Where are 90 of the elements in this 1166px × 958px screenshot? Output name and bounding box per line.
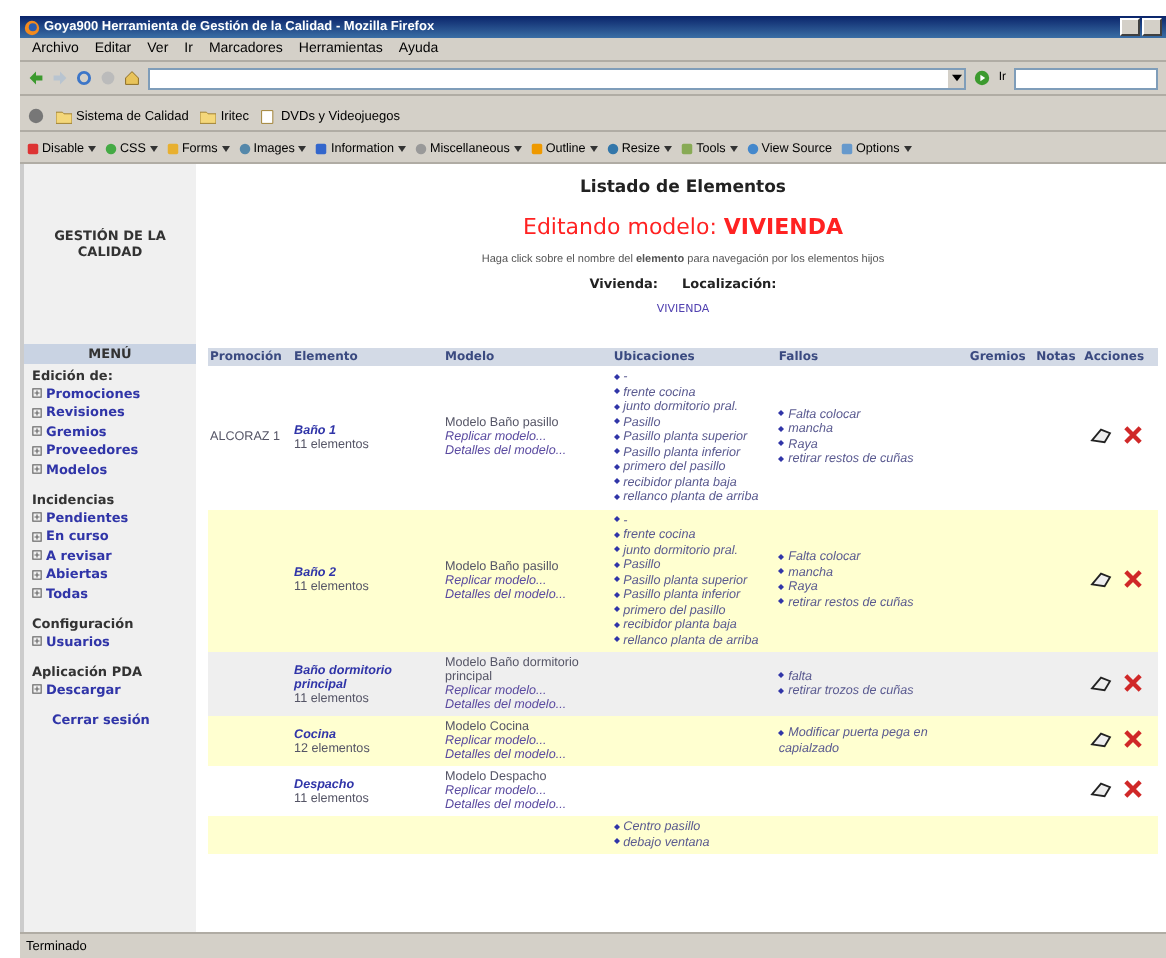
edit-icon[interactable] [1090,426,1113,445]
browser-icon [24,19,40,35]
bullet-icon [778,729,785,735]
maximize-button[interactable] [1142,18,1162,36]
bullet-icon [613,546,620,552]
reload-icon[interactable] [76,70,92,86]
bullet-icon [778,672,785,678]
bullet-icon [613,433,620,439]
tool-icon [237,142,252,156]
bullet-icon [778,598,785,605]
plus-box-icon [32,464,42,474]
tool-icon [413,142,428,156]
bullet-icon [613,373,620,379]
plus-box-icon [32,636,42,646]
table-row[interactable] [208,509,1158,652]
bullet-icon [613,561,620,567]
caret-icon [298,146,307,152]
bullet-icon [613,448,620,454]
tool-icon [529,142,544,156]
caret-icon [88,146,96,152]
bullet-icon [613,621,620,627]
bullet-icon [613,493,620,499]
plus-box-icon [32,512,42,522]
folder-icon [56,109,72,123]
bullet-icon [613,636,620,642]
plus-box-icon [32,407,42,417]
model-name: VIVIENDA [723,214,843,240]
bullet-icon [778,425,785,432]
tool-icon [605,142,620,156]
bullet-icon [613,606,620,612]
search-field[interactable] [1014,67,1158,89]
plus-box-icon [32,569,42,579]
bullet-icon [613,516,620,522]
bullet-icon [613,388,620,394]
page-heading: Listado de Elementos [577,178,788,198]
caret-icon [513,146,522,152]
bullet-icon [613,823,620,829]
bullet-icon [778,687,785,693]
tool-icon [840,142,855,156]
go-icon[interactable] [974,70,991,86]
bullet-icon [613,463,620,469]
tool-icon [680,142,695,156]
bullet-icon [613,531,620,537]
edit-icon[interactable] [1090,673,1113,691]
dropdown-button[interactable] [948,69,965,87]
plus-box-icon [32,588,42,598]
plus-box-icon [32,445,42,455]
tool-icon [165,142,180,156]
tool-icon [104,142,118,156]
delete-icon[interactable] [1124,673,1143,691]
caret-icon [589,146,598,152]
bullet-icon [613,576,620,582]
plus-box-icon [32,550,42,560]
caret-icon [221,146,230,152]
tool-icon [314,142,329,156]
bullet-icon [778,455,785,462]
caret-icon [664,146,673,152]
folder-icon [200,109,217,123]
plus-box-icon [32,684,42,694]
address-field[interactable] [148,67,967,89]
tool-icon [745,142,760,156]
tool-icon [26,142,40,156]
delete-icon[interactable] [1124,569,1143,588]
edit-icon[interactable] [1090,569,1113,588]
bullet-icon [778,568,785,575]
caret-icon [903,146,912,152]
editing-label: Editando modelo: [523,214,717,240]
caret-icon [729,146,738,152]
caret-icon [149,146,158,152]
bullet-icon [613,838,620,844]
page-icon [260,109,277,123]
plus-box-icon [32,531,42,541]
bullet-icon [778,440,785,447]
delete-icon[interactable] [1124,780,1143,798]
bullet-icon [613,403,620,409]
minimize-button[interactable] [1120,18,1140,36]
bullet-icon [613,418,620,424]
bullet-icon [778,410,785,417]
bullet-icon [613,478,620,484]
delete-icon[interactable] [1124,426,1143,445]
edit-icon[interactable] [1090,780,1113,798]
delete-icon[interactable] [1124,730,1143,748]
plus-box-icon [32,388,42,398]
bullet-icon [778,583,785,590]
plus-box-icon [32,426,42,436]
bullet-icon [613,591,620,597]
caret-icon [397,146,406,152]
edit-icon[interactable] [1090,730,1113,748]
home-icon[interactable] [124,70,140,86]
bullet-icon [778,553,785,560]
